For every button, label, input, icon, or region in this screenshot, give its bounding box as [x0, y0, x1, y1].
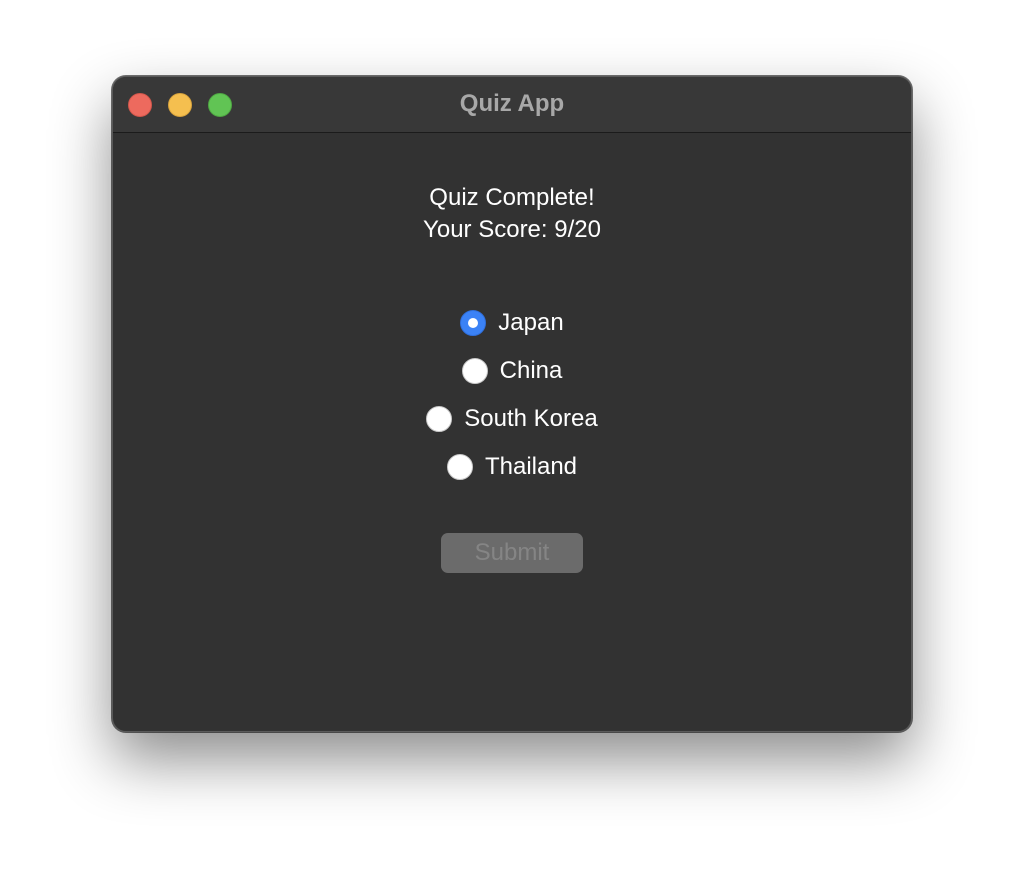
option-label-japan[interactable]: Japan [498, 308, 563, 338]
radio-japan[interactable] [460, 310, 487, 336]
radio-china[interactable] [461, 358, 488, 384]
option-china[interactable]: China [113, 347, 911, 395]
option-japan[interactable]: Japan [113, 299, 911, 347]
quiz-window: Quiz App Quiz Complete! Your Score: 9/20… [112, 76, 912, 732]
option-label-south-korea[interactable]: South Korea [464, 404, 597, 434]
option-thailand[interactable]: Thailand [113, 443, 911, 491]
quiz-content: Quiz Complete! Your Score: 9/20 Japan Ch… [113, 133, 911, 731]
quiz-complete-heading: Quiz Complete! [429, 184, 595, 211]
radio-south-korea[interactable] [426, 406, 453, 432]
window-title: Quiz App [459, 90, 565, 117]
score-text: Your Score: 9/20 [423, 216, 601, 243]
option-south-korea[interactable]: South Korea [113, 395, 911, 443]
option-label-china[interactable]: China [500, 356, 563, 386]
submit-button[interactable]: Submit [441, 533, 583, 573]
option-label-thailand[interactable]: Thailand [485, 452, 577, 482]
radio-thailand[interactable] [446, 454, 473, 480]
title-bar[interactable]: Quiz App [113, 77, 911, 133]
answer-options: Japan China South Korea Thailand [113, 299, 911, 491]
